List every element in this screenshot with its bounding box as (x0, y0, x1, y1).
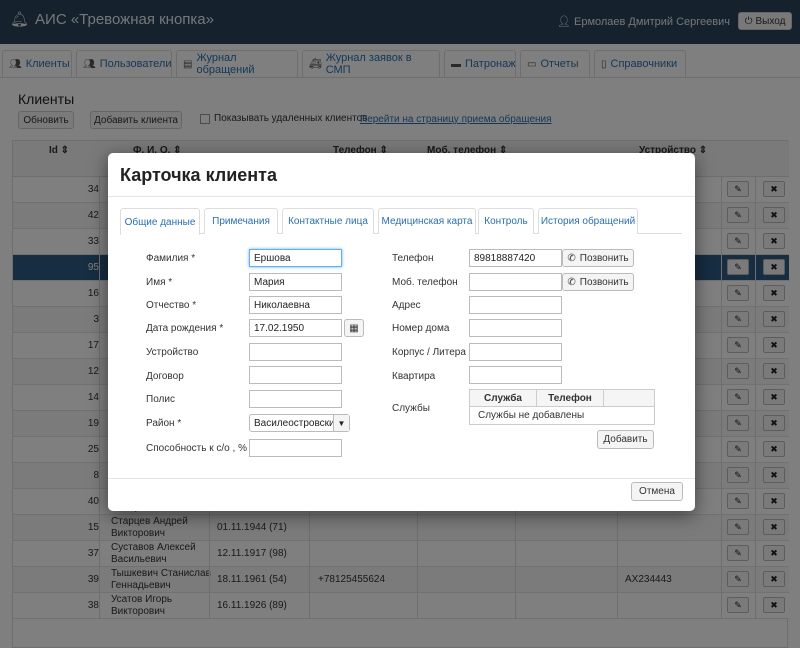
building-label: Корпус / Литера (392, 347, 466, 358)
calendar-icon: ▦ (349, 322, 359, 334)
calendar-button[interactable]: ▦ (344, 319, 364, 337)
tab-contacts[interactable]: Контактные лица (282, 208, 374, 234)
tab-general[interactable]: Общие данные (120, 208, 200, 235)
cancel-button[interactable]: Отмена (631, 482, 683, 501)
modal-tabs: Общие данные Примечания Контактные лица … (120, 208, 682, 235)
tab-medical-card[interactable]: Медицинская карта (378, 208, 476, 234)
building-field[interactable] (469, 343, 562, 361)
client-card-modal: Карточка клиента Общие данные Примечания… (108, 153, 695, 511)
patronymic-label: Отчество * (146, 300, 197, 311)
ability-field[interactable] (249, 439, 342, 457)
apartment-field[interactable] (469, 366, 562, 384)
phone-icon: ✆ (567, 252, 576, 264)
services-table-header: Служба Телефон (470, 390, 654, 407)
surname-field[interactable] (249, 249, 342, 267)
services-empty-message: Службы не добавлены (478, 410, 585, 421)
services-table: Служба Телефон Службы не добавлены (469, 389, 655, 425)
district-label: Район * (146, 418, 182, 429)
birthdate-label: Дата рождения * (146, 323, 224, 334)
services-col-actions (604, 390, 654, 407)
call-phone-button[interactable]: ✆ Позвонить (562, 249, 634, 267)
tab-control[interactable]: Контроль (478, 208, 534, 234)
services-col-phone: Телефон (537, 390, 604, 407)
name-label: Имя * (146, 277, 173, 288)
mobile-label: Моб. телефон (392, 277, 458, 288)
name-field[interactable] (249, 273, 342, 291)
ability-label: Способность к с/о , % (146, 443, 247, 454)
address-label: Адрес (392, 300, 421, 311)
policy-label: Полис (146, 394, 175, 405)
modal-title: Карточка клиента (120, 165, 278, 185)
contract-field[interactable] (249, 366, 342, 384)
modal-divider (108, 196, 695, 197)
policy-field[interactable] (249, 390, 342, 408)
device-field[interactable] (249, 343, 342, 361)
services-label: Службы (392, 403, 430, 414)
surname-label: Фамилия * (146, 253, 196, 264)
mobile-field[interactable] (469, 273, 562, 291)
address-field[interactable] (469, 296, 562, 314)
tab-history[interactable]: История обращений (538, 208, 638, 234)
modal-footer-divider (108, 478, 695, 479)
contract-label: Договор (146, 371, 184, 382)
birthdate-field[interactable] (249, 319, 342, 337)
caret-down-icon: ▼ (333, 415, 349, 431)
patronymic-field[interactable] (249, 296, 342, 314)
phone-icon: ✆ (567, 276, 576, 288)
district-select[interactable]: Василеостровский ▼ (249, 414, 350, 432)
device-label: Устройство (146, 347, 199, 358)
apartment-label: Квартира (392, 371, 436, 382)
services-col-service: Служба (470, 390, 537, 407)
house-label: Номер дома (392, 323, 450, 334)
add-service-button[interactable]: Добавить (597, 430, 654, 449)
phone-field[interactable] (469, 249, 562, 267)
tab-notes[interactable]: Примечания (204, 208, 278, 234)
house-field[interactable] (469, 319, 562, 337)
call-mobile-button[interactable]: ✆ Позвонить (562, 273, 634, 291)
phone-label: Телефон (392, 253, 434, 264)
